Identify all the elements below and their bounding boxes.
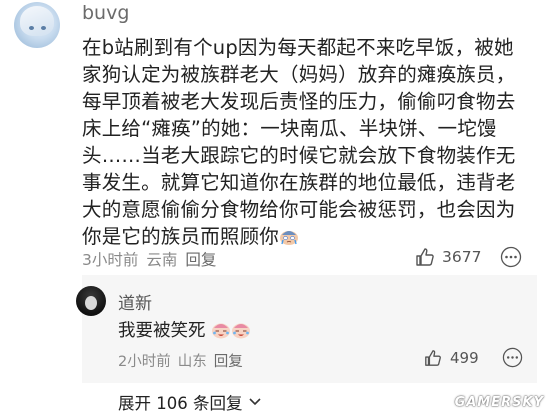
reply-location: 山东	[177, 354, 207, 370]
more-options-icon[interactable]	[502, 347, 523, 368]
comment-text: 在b站刷到有个up因为每天都起不来吃早饭，被她家狗认定为被族群老大（妈妈）放弃的…	[82, 36, 516, 248]
like-icon[interactable]	[424, 349, 442, 367]
comment-meta: 3小时前 云南 回复	[82, 248, 216, 270]
watermark: GAMERSKY	[454, 395, 544, 410]
reply-like-count: 499	[450, 349, 479, 367]
comment-like-count: 3677	[442, 248, 482, 266]
reply-time: 2小时前	[118, 354, 171, 370]
reply-body: 我要被笑死	[118, 317, 251, 342]
reply-meta: 2小时前 山东 回复	[118, 350, 243, 371]
comment-body: 在b站刷到有个up因为每天都起不来吃早饭，被她家狗认定为被族群老大（妈妈）放弃的…	[82, 34, 527, 250]
comment-location: 云南	[146, 251, 178, 269]
chevron-down-icon	[249, 398, 262, 406]
like-icon[interactable]	[415, 247, 435, 267]
commenter-avatar[interactable]	[14, 2, 60, 48]
laughing-face-icon	[212, 323, 231, 339]
commenter-username[interactable]: buvg	[82, 2, 129, 24]
expand-replies-label: 展开 106 条回复	[118, 394, 243, 413]
reply-avatar[interactable]	[76, 286, 106, 316]
comment-time: 3小时前	[82, 251, 139, 269]
comment-reply-button[interactable]: 回复	[185, 248, 216, 270]
reply-text: 我要被笑死	[118, 321, 206, 341]
laughing-face-icon	[232, 323, 251, 339]
crying-face-icon	[280, 231, 299, 245]
reply-reply-button[interactable]: 回复	[214, 350, 243, 371]
reply-username[interactable]: 道新	[118, 289, 152, 314]
more-options-icon[interactable]	[500, 246, 522, 268]
expand-replies-button[interactable]: 展开 106 条回复	[118, 390, 262, 414]
